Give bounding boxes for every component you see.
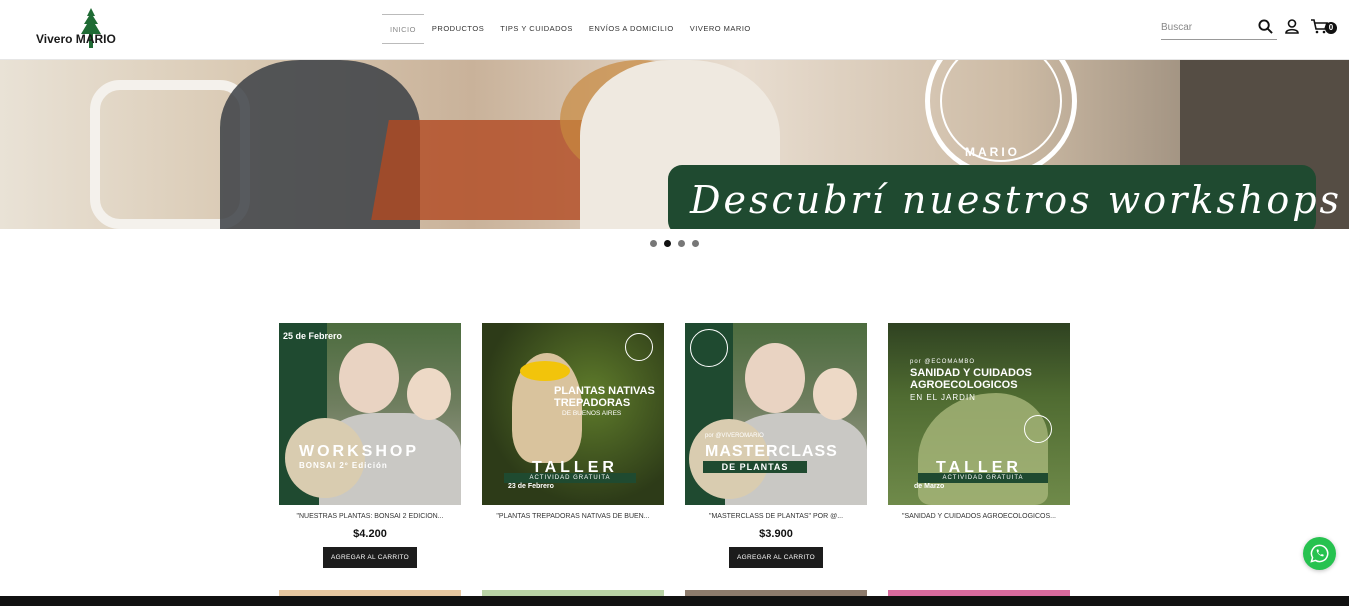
product-image[interactable]: 25 de Febrero WORKSHOP BONSAI 2º Edición <box>279 323 461 505</box>
vivero-badge-icon <box>1024 415 1052 443</box>
nav-productos[interactable]: PRODUCTOS <box>424 14 492 44</box>
hero-banner[interactable]: MARIO Descubrí nuestros workshops <box>0 60 1349 229</box>
add-to-cart-button[interactable]: AGREGAR AL CARRITO <box>323 547 417 568</box>
whatsapp-icon <box>1310 544 1329 563</box>
search-icon[interactable] <box>1258 19 1273 34</box>
vivero-badge-icon <box>690 329 728 367</box>
product-name[interactable]: "NUESTRAS PLANTAS: BONSAI 2 EDICIÓN... <box>279 513 461 520</box>
product-card: PLANTAS NATIVAS TREPADORAS DE BUENOS AIR… <box>482 323 664 520</box>
product-art-title: PLANTAS NATIVAS <box>554 385 655 397</box>
product-art-date: de Marzo <box>914 483 945 490</box>
product-image[interactable]: PLANTAS NATIVAS TREPADORAS DE BUENOS AIR… <box>482 323 664 505</box>
search-box <box>1161 16 1277 40</box>
brand-name: Vivero MARIO <box>36 32 116 46</box>
product-name[interactable]: "SANIDAD Y CUIDADOS AGROECOLÓGICOS... <box>888 513 1070 520</box>
product-art-date: 25 de Febrero <box>283 331 343 341</box>
product-art-byline: por @VIVEROMARIO <box>705 433 764 439</box>
product-art-activity: ACTIVIDAD GRATUITA <box>918 473 1048 483</box>
product-name[interactable]: "MASTERCLASS DE PLANTAS" POR @... <box>685 513 867 520</box>
product-image[interactable]: por @ECOMAMBO SANIDAD Y CUIDADOS AGROECO… <box>888 323 1070 505</box>
product-art-byline: por @ECOMAMBO <box>910 359 976 365</box>
whatsapp-button[interactable] <box>1303 537 1336 570</box>
carousel-dot-4[interactable] <box>692 240 699 247</box>
vivero-badge-icon <box>625 333 653 361</box>
product-art-date: 23 de Febrero <box>508 483 554 490</box>
main-nav: INICIO PRODUCTOS TIPS Y CUIDADOS ENVÍOS … <box>382 14 759 44</box>
carousel-dots <box>650 240 699 247</box>
nav-inicio[interactable]: INICIO <box>382 14 424 44</box>
product-art-activity: ACTIVIDAD GRATUITA <box>504 473 636 483</box>
product-art-title: WORKSHOP <box>299 443 419 460</box>
nav-tips-y-cuidados[interactable]: TIPS Y CUIDADOS <box>492 14 581 44</box>
mario-seal-logo <box>925 60 1077 177</box>
product-art-title: SANIDAD Y CUIDADOS <box>910 367 1032 379</box>
site-header: Vivero MARIO INICIO PRODUCTOS TIPS Y CUI… <box>0 0 1349 60</box>
carousel-dot-1[interactable] <box>650 240 657 247</box>
nav-vivero-mario[interactable]: VIVERO MARIO <box>682 14 759 44</box>
product-name[interactable]: "PLANTAS TREPADORAS NATIVAS DE BUEN... <box>482 513 664 520</box>
product-art-subtitle: DE PLANTAS <box>703 461 807 473</box>
carousel-dot-3[interactable] <box>678 240 685 247</box>
product-art-subtitle: DE BUENOS AIRES <box>562 410 622 417</box>
hero-headline: Descubrí nuestros workshops <box>690 178 1343 222</box>
product-art-title-2: TREPADORAS <box>554 397 631 409</box>
product-card: por @VIVEROMARIO MASTERCLASS DE PLANTAS … <box>685 323 867 568</box>
nav-envios-a-domicilio[interactable]: ENVÍOS A DOMICILIO <box>581 14 682 44</box>
product-image[interactable]: por @VIVEROMARIO MASTERCLASS DE PLANTAS <box>685 323 867 505</box>
product-card: 25 de Febrero WORKSHOP BONSAI 2º Edición… <box>279 323 461 568</box>
vivero-mario-logo[interactable]: Vivero MARIO <box>36 8 126 52</box>
cart-count-badge: 0 <box>1325 22 1337 34</box>
add-to-cart-button[interactable]: AGREGAR AL CARRITO <box>729 547 823 568</box>
carousel-dot-2[interactable] <box>664 240 671 247</box>
product-card: por @ECOMAMBO SANIDAD Y CUIDADOS AGROECO… <box>888 323 1070 520</box>
product-price: $3.900 <box>759 528 793 540</box>
product-art-subtitle: EN EL JARDIN <box>910 393 976 402</box>
bottom-bar <box>0 596 1349 606</box>
product-art-title-2: AGROECOLOGICOS <box>910 379 1018 391</box>
product-art-title: MASTERCLASS <box>705 443 838 460</box>
user-icon[interactable] <box>1285 19 1299 34</box>
search-input[interactable] <box>1161 16 1251 38</box>
product-art-subtitle: BONSAI 2º Edición <box>299 461 388 470</box>
product-price: $4.200 <box>353 528 387 540</box>
seal-text: MARIO <box>965 145 1020 159</box>
